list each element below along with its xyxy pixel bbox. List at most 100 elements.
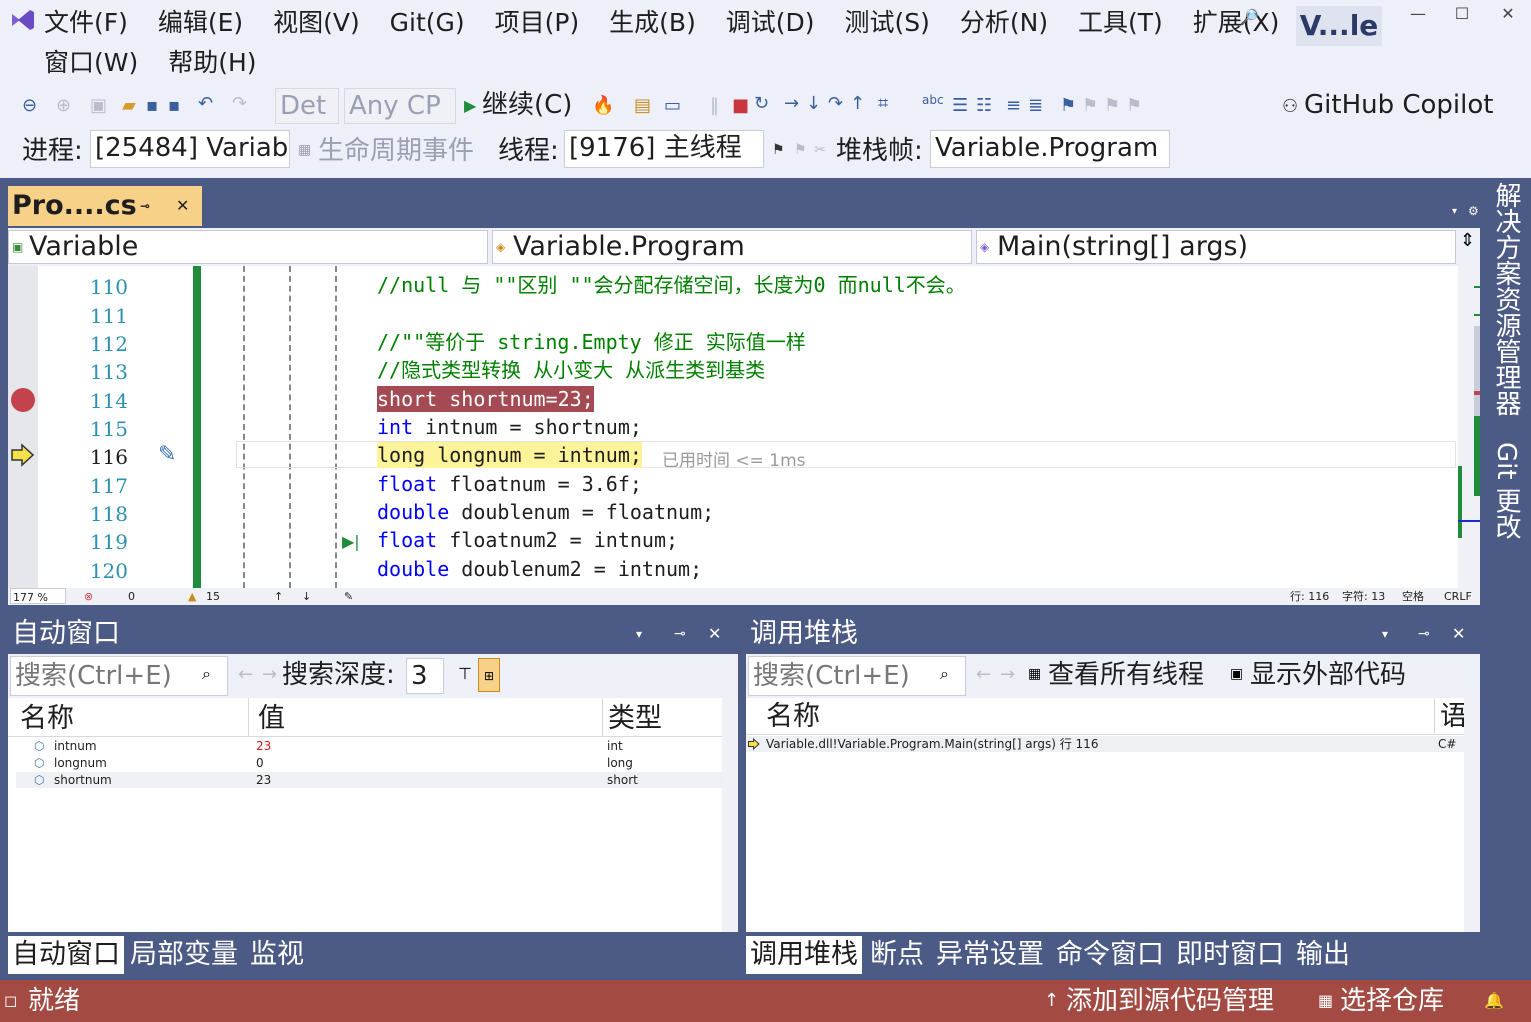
github-copilot-button[interactable]: GitHub Copilot	[1304, 88, 1493, 122]
restart-icon[interactable]: ↻	[754, 93, 769, 114]
bookmark-next-icon[interactable]: ⚑	[1104, 95, 1120, 116]
stop-icon[interactable]: ■	[732, 95, 749, 116]
table-row[interactable]: ⬡ intnum 23 int	[34, 738, 722, 754]
autos-close-icon[interactable]: ✕	[708, 614, 721, 654]
uncomment-icon[interactable]: ☷	[976, 95, 992, 116]
select-repository-button[interactable]: 选择仓库	[1340, 980, 1444, 1022]
table-row[interactable]: Variable.dll!Variable.Program.Main(strin…	[746, 736, 1464, 752]
menu-edit[interactable]: 编辑(E)	[158, 8, 243, 37]
table-row[interactable]: ⬡ longnum 0 long	[34, 755, 722, 771]
undo-icon[interactable]: ↶	[198, 93, 213, 114]
char-indicator[interactable]: 字符: 13	[1342, 588, 1385, 605]
search-forward-icon[interactable]: →	[1000, 664, 1015, 685]
tab-list-icon[interactable]: ▾	[1452, 206, 1457, 217]
minimize-button[interactable]: —	[1398, 4, 1438, 23]
document-tab-program[interactable]: Pro....cs ⊸ ✕	[8, 186, 202, 226]
indent-icon[interactable]: ≡	[1006, 95, 1021, 116]
thread-dropdown[interactable]: [9176] 主线程	[564, 130, 764, 168]
zoom-dropdown[interactable]: 177 %	[10, 588, 66, 604]
bookmark-clear-icon[interactable]: ⚑	[1126, 95, 1142, 116]
line-indicator[interactable]: 行: 116	[1290, 588, 1329, 605]
search-back-icon[interactable]: ←	[238, 664, 253, 685]
menu-git[interactable]: Git(G)	[390, 8, 465, 37]
pause-icon[interactable]: ‖	[710, 95, 719, 116]
search-icon[interactable]: 🔎	[1240, 8, 1259, 26]
tab-exception-settings[interactable]: 异常设置	[932, 936, 1048, 974]
thread-filter-icon[interactable]: ✂	[814, 142, 826, 158]
bookmark-prev-icon[interactable]: ⚑	[1082, 95, 1098, 116]
callstack-close-icon[interactable]: ✕	[1452, 614, 1465, 654]
search-back-icon[interactable]: ←	[976, 664, 991, 685]
copilot-icon[interactable]: ⚇	[1282, 96, 1298, 117]
save-all-icon[interactable]: ▪	[168, 95, 180, 116]
solution-title-badge[interactable]: V...le	[1296, 6, 1382, 46]
row-value[interactable]: 0	[256, 755, 264, 771]
autos-scrollbar[interactable]	[722, 698, 738, 932]
hot-reload-icon[interactable]: 🔥	[592, 95, 614, 116]
window-position-icon[interactable]: ▾	[1382, 614, 1388, 654]
breakpoint-icon[interactable]	[11, 388, 35, 412]
tab-watch-1[interactable]: 监视 1	[246, 936, 332, 1008]
hex-display-icon[interactable]: ⌗	[878, 93, 888, 114]
menu-analyze[interactable]: 分析(N)	[960, 8, 1048, 37]
new-item-icon[interactable]: ▣	[90, 95, 107, 116]
prev-issue-icon[interactable]: ↑	[274, 588, 283, 605]
tab-locals[interactable]: 局部变量	[126, 936, 242, 974]
nav-project-dropdown[interactable]: ▣ Variable	[8, 230, 488, 264]
autos-pin-icon[interactable]: ⊸	[674, 614, 686, 654]
col-name-header[interactable]: 名称	[766, 698, 820, 736]
autos-search-icon[interactable]: ⌕	[202, 664, 211, 684]
menu-file[interactable]: 文件(F)	[44, 8, 128, 37]
menu-extensions[interactable]: 扩展(X)	[1193, 8, 1280, 37]
window-position-icon[interactable]: ▾	[636, 614, 642, 654]
outdent-icon[interactable]: ≣	[1028, 95, 1043, 116]
tab-immediate-window[interactable]: 即时窗口	[1172, 936, 1288, 974]
whitespace-indicator[interactable]: 空格	[1402, 588, 1424, 605]
process-dropdown[interactable]: [25484] Variab	[90, 130, 290, 168]
menu-help[interactable]: 帮助(H)	[168, 48, 256, 77]
menu-test[interactable]: 测试(S)	[845, 8, 930, 37]
pin-icon[interactable]: ⊸	[140, 186, 150, 226]
lifecycle-events-dropdown[interactable]: 生命周期事件	[318, 134, 474, 168]
code-editor[interactable]: ✎ 110 111 112 113 114 115 116 117 118 11…	[8, 266, 1458, 588]
save-icon[interactable]: ▪	[146, 95, 158, 116]
col-value-header[interactable]: 值	[258, 700, 285, 738]
stackframe-dropdown[interactable]: Variable.Program	[930, 130, 1170, 168]
flag-all-icon[interactable]: ⚑	[794, 142, 807, 158]
code-cleanup-icon[interactable]: ✎	[344, 588, 353, 605]
back-icon[interactable]: ⊖	[22, 95, 37, 116]
tab-breakpoints[interactable]: 断点	[866, 936, 928, 974]
solution-explorer-tab[interactable]: 解决方案资源管理器	[1488, 182, 1525, 416]
tab-output[interactable]: 输出	[1292, 936, 1354, 974]
warnings-count[interactable]: 15	[206, 588, 220, 605]
menu-window[interactable]: 窗口(W)	[44, 48, 138, 77]
glyph-margin[interactable]	[8, 266, 38, 588]
col-name-header[interactable]: 名称	[20, 700, 74, 738]
menu-build[interactable]: 生成(B)	[609, 8, 696, 37]
nav-member-dropdown[interactable]: ◈ Main(string[] args)	[976, 230, 1456, 264]
step-into-icon[interactable]: ↓	[806, 93, 821, 114]
continue-button[interactable]: 继续(C)	[482, 88, 572, 122]
flag-thread-icon[interactable]: ⚑	[772, 142, 785, 158]
row-value[interactable]: 23	[256, 738, 271, 754]
col-lang-header[interactable]: 语	[1440, 698, 1467, 736]
run-to-click-icon[interactable]: ▶|	[342, 532, 360, 551]
tab-call-stack[interactable]: 调用堆栈	[746, 936, 862, 974]
show-external-code-button[interactable]: 显示外部代码	[1250, 658, 1406, 692]
maximize-button[interactable]: ☐	[1442, 4, 1482, 23]
step-out-icon[interactable]: ↑	[850, 93, 865, 114]
nav-class-dropdown[interactable]: ◈ Variable.Program	[492, 230, 972, 264]
diagnostics-icon[interactable]: ▤	[634, 95, 651, 116]
editor-vertical-scrollbar[interactable]	[1458, 266, 1480, 588]
menu-project[interactable]: 项目(P)	[495, 8, 580, 37]
next-issue-icon[interactable]: ↓	[302, 588, 311, 605]
search-forward-icon[interactable]: →	[262, 664, 277, 685]
menu-view[interactable]: 视图(V)	[273, 8, 360, 37]
hex-toggle-icon[interactable]: ⊞	[478, 658, 500, 692]
row-value[interactable]: 23	[256, 772, 271, 788]
table-row[interactable]: ⬡ shortnum 23 short	[16, 772, 722, 788]
callstack-scrollbar[interactable]	[1464, 698, 1480, 932]
col-type-header[interactable]: 类型	[608, 700, 662, 738]
quick-action-brush-icon[interactable]: ✎	[158, 442, 176, 467]
tab-autos[interactable]: 自动窗口	[8, 936, 124, 974]
